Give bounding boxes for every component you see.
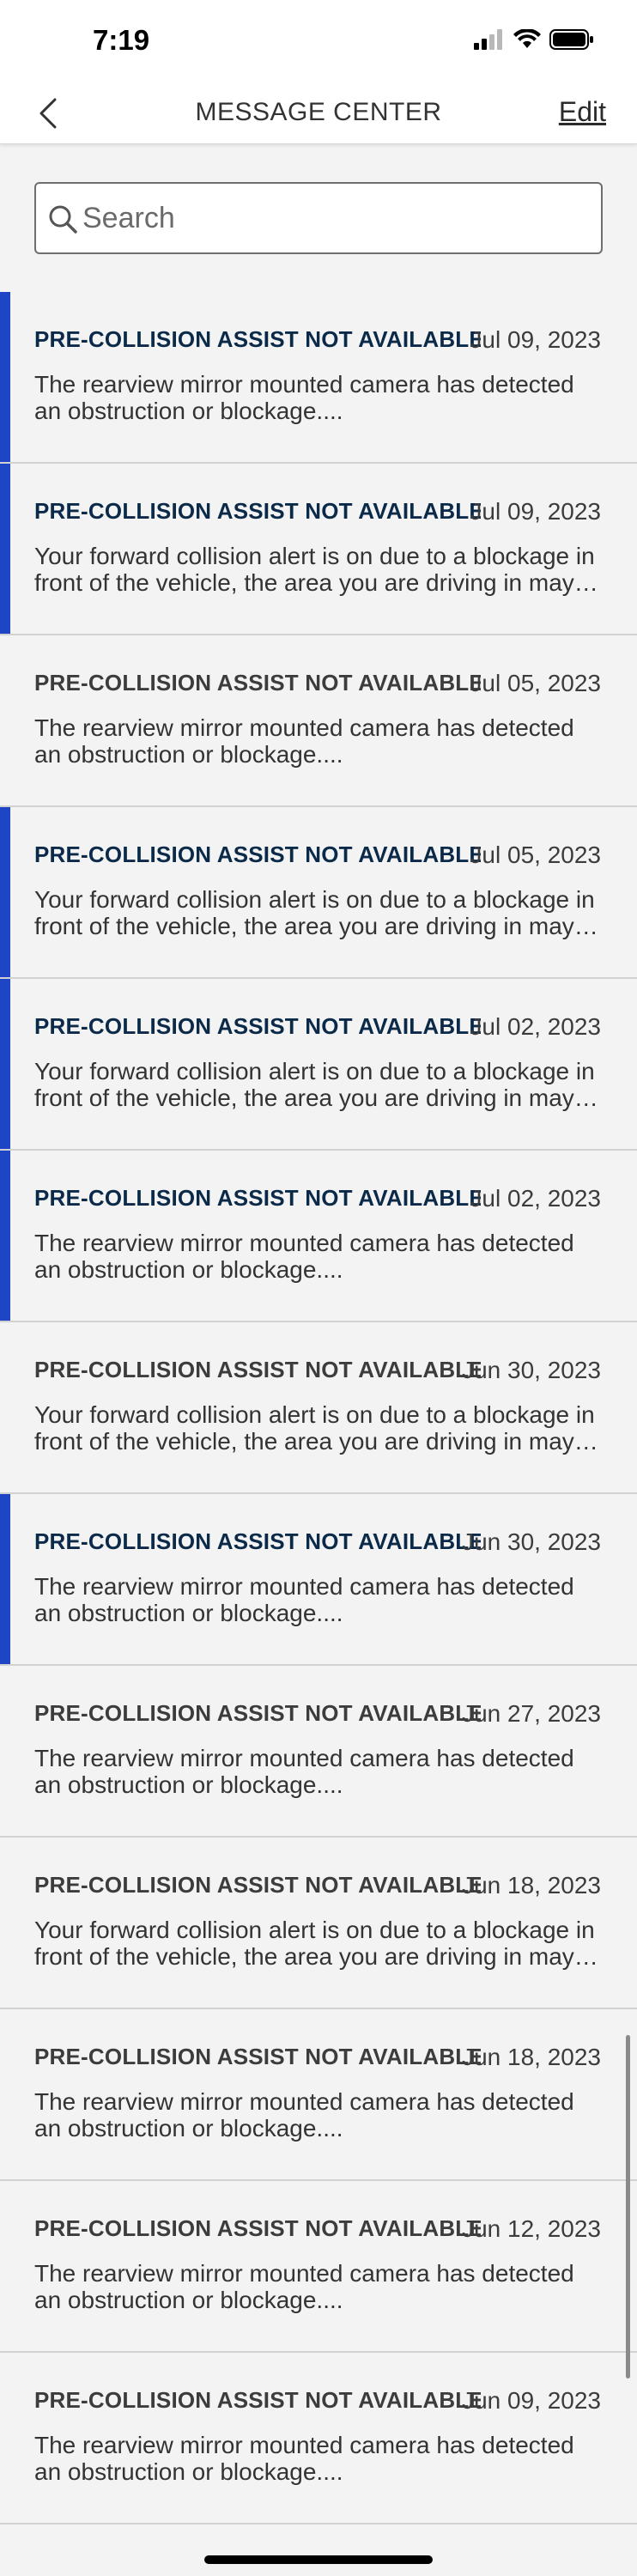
message-preview: Your forward collision alert is on due t… [34, 1401, 595, 1455]
message-date: Jun 09, 2023 [462, 2387, 601, 2414]
message-title: PRE-COLLISION ASSIST NOT AVAILABLE [34, 498, 481, 524]
unread-indicator [0, 1151, 10, 1321]
message-date: Jul 05, 2023 [470, 841, 601, 868]
message-date: Jul 05, 2023 [470, 670, 601, 696]
battery-icon [549, 29, 593, 50]
scrollbar[interactable] [626, 2035, 630, 2379]
message-date: Jun 18, 2023 [462, 2044, 601, 2070]
message-title: PRE-COLLISION ASSIST NOT AVAILABLE [34, 1872, 481, 1898]
message-preview: Your forward collision alert is on due t… [34, 1058, 595, 1111]
unread-indicator [0, 807, 10, 977]
search-box[interactable] [34, 182, 603, 254]
search-input[interactable] [82, 192, 589, 244]
status-bar: 7:19 [0, 0, 637, 82]
message-title: PRE-COLLISION ASSIST NOT AVAILABLE [34, 841, 481, 867]
page-title: MESSAGE CENTER [195, 98, 442, 126]
message-date: Jul 09, 2023 [470, 498, 601, 525]
message-preview: The rearview mirror mounted camera has d… [34, 2088, 574, 2142]
message-preview: The rearview mirror mounted camera has d… [34, 2432, 574, 2485]
message-title: PRE-COLLISION ASSIST NOT AVAILABLE [34, 2215, 481, 2241]
message-item[interactable]: PRE-COLLISION ASSIST NOT AVAILABLE Jun 30… [0, 1494, 637, 1666]
message-list: PRE-COLLISION ASSIST NOT AVAILABLE Jul 09… [0, 292, 637, 2524]
message-item[interactable]: PRE-COLLISION ASSIST NOT AVAILABLE Jul 02… [0, 979, 637, 1151]
unread-indicator [0, 464, 10, 634]
message-item[interactable]: PRE-COLLISION ASSIST NOT AVAILABLE Jul 05… [0, 807, 637, 979]
cellular-signal-icon [474, 29, 502, 50]
message-title: PRE-COLLISION ASSIST NOT AVAILABLE [34, 2387, 481, 2413]
edit-button[interactable]: Edit [559, 96, 606, 128]
message-item[interactable]: PRE-COLLISION ASSIST NOT AVAILABLE Jun 12… [0, 2181, 637, 2353]
message-date: Jun 18, 2023 [462, 1872, 601, 1899]
message-preview: Your forward collision alert is on due t… [34, 1917, 595, 1970]
message-preview: Your forward collision alert is on due t… [34, 543, 595, 596]
search-icon [49, 205, 77, 234]
message-date: Jun 27, 2023 [462, 1700, 601, 1727]
message-date: Jun 30, 2023 [462, 1528, 601, 1555]
message-date: Jul 02, 2023 [470, 1013, 601, 1040]
message-title: PRE-COLLISION ASSIST NOT AVAILABLE [34, 1528, 481, 1554]
message-item[interactable]: PRE-COLLISION ASSIST NOT AVAILABLE Jul 05… [0, 635, 637, 807]
wifi-icon [513, 29, 541, 48]
message-title: PRE-COLLISION ASSIST NOT AVAILABLE [34, 1700, 481, 1726]
unread-indicator [0, 979, 10, 1149]
home-indicator [204, 2555, 433, 2564]
status-icons [474, 29, 594, 50]
message-date: Jul 02, 2023 [470, 1185, 601, 1212]
message-title: PRE-COLLISION ASSIST NOT AVAILABLE [34, 1185, 481, 1211]
message-title: PRE-COLLISION ASSIST NOT AVAILABLE [34, 1357, 481, 1382]
message-preview: The rearview mirror mounted camera has d… [34, 714, 574, 768]
message-item[interactable]: PRE-COLLISION ASSIST NOT AVAILABLE Jun 30… [0, 1322, 637, 1494]
message-title: PRE-COLLISION ASSIST NOT AVAILABLE [34, 670, 481, 696]
message-preview: The rearview mirror mounted camera has d… [34, 1573, 574, 1626]
message-preview: Your forward collision alert is on due t… [34, 886, 595, 939]
message-date: Jun 12, 2023 [462, 2215, 601, 2242]
unread-indicator [0, 1494, 10, 1664]
unread-indicator [0, 292, 10, 462]
message-item[interactable]: PRE-COLLISION ASSIST NOT AVAILABLE Jun 09… [0, 2353, 637, 2524]
navigation-bar: MESSAGE CENTER Edit [0, 82, 637, 144]
message-preview: The rearview mirror mounted camera has d… [34, 1230, 574, 1283]
message-date: Jun 30, 2023 [462, 1357, 601, 1383]
message-preview: The rearview mirror mounted camera has d… [34, 371, 574, 424]
message-preview: The rearview mirror mounted camera has d… [34, 1745, 574, 1798]
message-title: PRE-COLLISION ASSIST NOT AVAILABLE [34, 2044, 481, 2069]
message-preview: The rearview mirror mounted camera has d… [34, 2260, 574, 2313]
message-date: Jul 09, 2023 [470, 326, 601, 353]
message-item[interactable]: PRE-COLLISION ASSIST NOT AVAILABLE Jun 27… [0, 1666, 637, 1838]
message-title: PRE-COLLISION ASSIST NOT AVAILABLE [34, 1013, 481, 1039]
message-title: PRE-COLLISION ASSIST NOT AVAILABLE [34, 326, 481, 352]
message-item[interactable]: PRE-COLLISION ASSIST NOT AVAILABLE Jun 18… [0, 1838, 637, 2009]
message-item[interactable]: PRE-COLLISION ASSIST NOT AVAILABLE Jul 02… [0, 1151, 637, 1322]
message-item[interactable]: PRE-COLLISION ASSIST NOT AVAILABLE Jul 09… [0, 464, 637, 635]
message-item[interactable]: PRE-COLLISION ASSIST NOT AVAILABLE Jul 09… [0, 292, 637, 464]
status-time: 7:19 [93, 24, 150, 56]
message-item[interactable]: PRE-COLLISION ASSIST NOT AVAILABLE Jun 18… [0, 2009, 637, 2181]
